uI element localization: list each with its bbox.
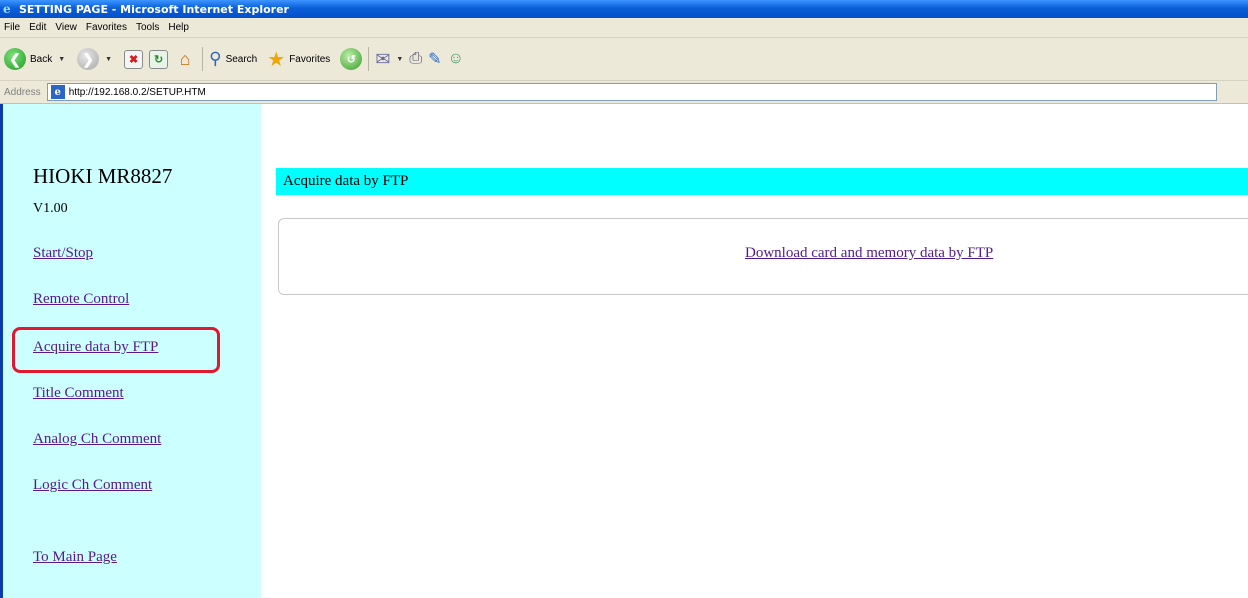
menu-file[interactable]: File: [0, 22, 25, 33]
menu-favorites[interactable]: Favorites: [82, 22, 132, 33]
address-label: Address: [4, 86, 41, 98]
edit-icon: ✎: [428, 51, 442, 68]
back-dropdown-icon[interactable]: ▼: [58, 56, 65, 63]
sidebar-item-analog-comment[interactable]: Analog Ch Comment: [33, 431, 161, 448]
stop-icon: ✖: [124, 49, 144, 69]
page-header: Acquire data by FTP: [276, 168, 1248, 195]
history-button[interactable]: ↺: [340, 44, 363, 74]
mail-dropdown-icon[interactable]: ▼: [396, 56, 403, 63]
sidebar-item-logic-comment[interactable]: Logic Ch Comment: [33, 477, 152, 494]
sidebar-item-acquire-ftp[interactable]: Acquire data by FTP: [33, 339, 158, 356]
back-arrow-icon: ❮: [4, 48, 26, 70]
history-icon: ↺: [340, 48, 363, 70]
home-button[interactable]: ⌂: [174, 44, 196, 74]
menu-help[interactable]: Help: [164, 22, 194, 33]
forward-button[interactable]: ❯ ▼: [77, 44, 112, 74]
window-title: SETTING PAGE - Microsoft Internet Explor…: [19, 2, 289, 16]
favorites-label: Favorites: [289, 53, 331, 65]
sidebar-item-remote-control[interactable]: Remote Control: [33, 291, 129, 308]
mail-button[interactable]: ✉ ▼: [375, 44, 403, 74]
sidebar-item-title-comment[interactable]: Title Comment: [33, 385, 124, 402]
refresh-button[interactable]: ↻: [149, 44, 169, 74]
favorites-button[interactable]: ★ Favorites: [267, 44, 330, 74]
sidebar-item-start-stop[interactable]: Start/Stop: [33, 245, 93, 262]
mail-icon: ✉: [375, 48, 391, 69]
print-icon: ⎙: [409, 50, 423, 67]
toolbar-separator: [368, 47, 370, 71]
messenger-button[interactable]: ☺: [448, 44, 464, 74]
sidebar-item-main-page[interactable]: To Main Page: [33, 549, 117, 566]
page-icon: e: [50, 85, 65, 99]
brand-title: HIOKI MR8827: [33, 164, 173, 188]
address-url: http://192.168.0.2/SETUP.HTM: [68, 86, 206, 98]
window-title-bar: e SETTING PAGE - Microsoft Internet Expl…: [0, 0, 1248, 18]
ie-icon: e: [3, 1, 11, 16]
forward-arrow-icon: ❯: [77, 48, 100, 70]
refresh-icon: ↻: [149, 49, 169, 69]
menu-bar: File Edit View Favorites Tools Help: [0, 18, 1248, 38]
forward-dropdown-icon[interactable]: ▼: [105, 56, 112, 63]
home-icon: ⌂: [179, 48, 191, 69]
menu-tools[interactable]: Tools: [132, 22, 164, 33]
address-bar: Address e http://192.168.0.2/SETUP.HTM: [0, 81, 1248, 104]
messenger-icon: ☺: [447, 50, 464, 67]
edit-button[interactable]: ✎: [428, 44, 441, 74]
toolbar-separator: [202, 47, 204, 71]
search-button[interactable]: ⚲ Search: [209, 44, 257, 74]
search-label: Search: [225, 53, 258, 65]
download-ftp-link[interactable]: Download card and memory data by FTP: [745, 245, 993, 262]
version-label: V1.00: [33, 201, 68, 216]
menu-view[interactable]: View: [51, 22, 82, 33]
address-input[interactable]: e http://192.168.0.2/SETUP.HTM: [46, 83, 1217, 101]
print-button[interactable]: ⎙: [409, 44, 422, 74]
back-button[interactable]: ❮ Back ▼: [4, 44, 65, 74]
search-icon: ⚲: [209, 49, 222, 68]
stop-button[interactable]: ✖: [124, 44, 144, 74]
favorites-star-icon: ★: [267, 48, 286, 71]
toolbar: ❮ Back ▼ ❯ ▼ ✖ ↻ ⌂ ⚲ Search ★ Favorites …: [0, 38, 1248, 81]
sidebar: HIOKI MR8827 V1.00 Start/Stop Remote Con…: [0, 104, 261, 598]
back-label: Back: [30, 53, 53, 65]
menu-edit[interactable]: Edit: [25, 22, 51, 33]
